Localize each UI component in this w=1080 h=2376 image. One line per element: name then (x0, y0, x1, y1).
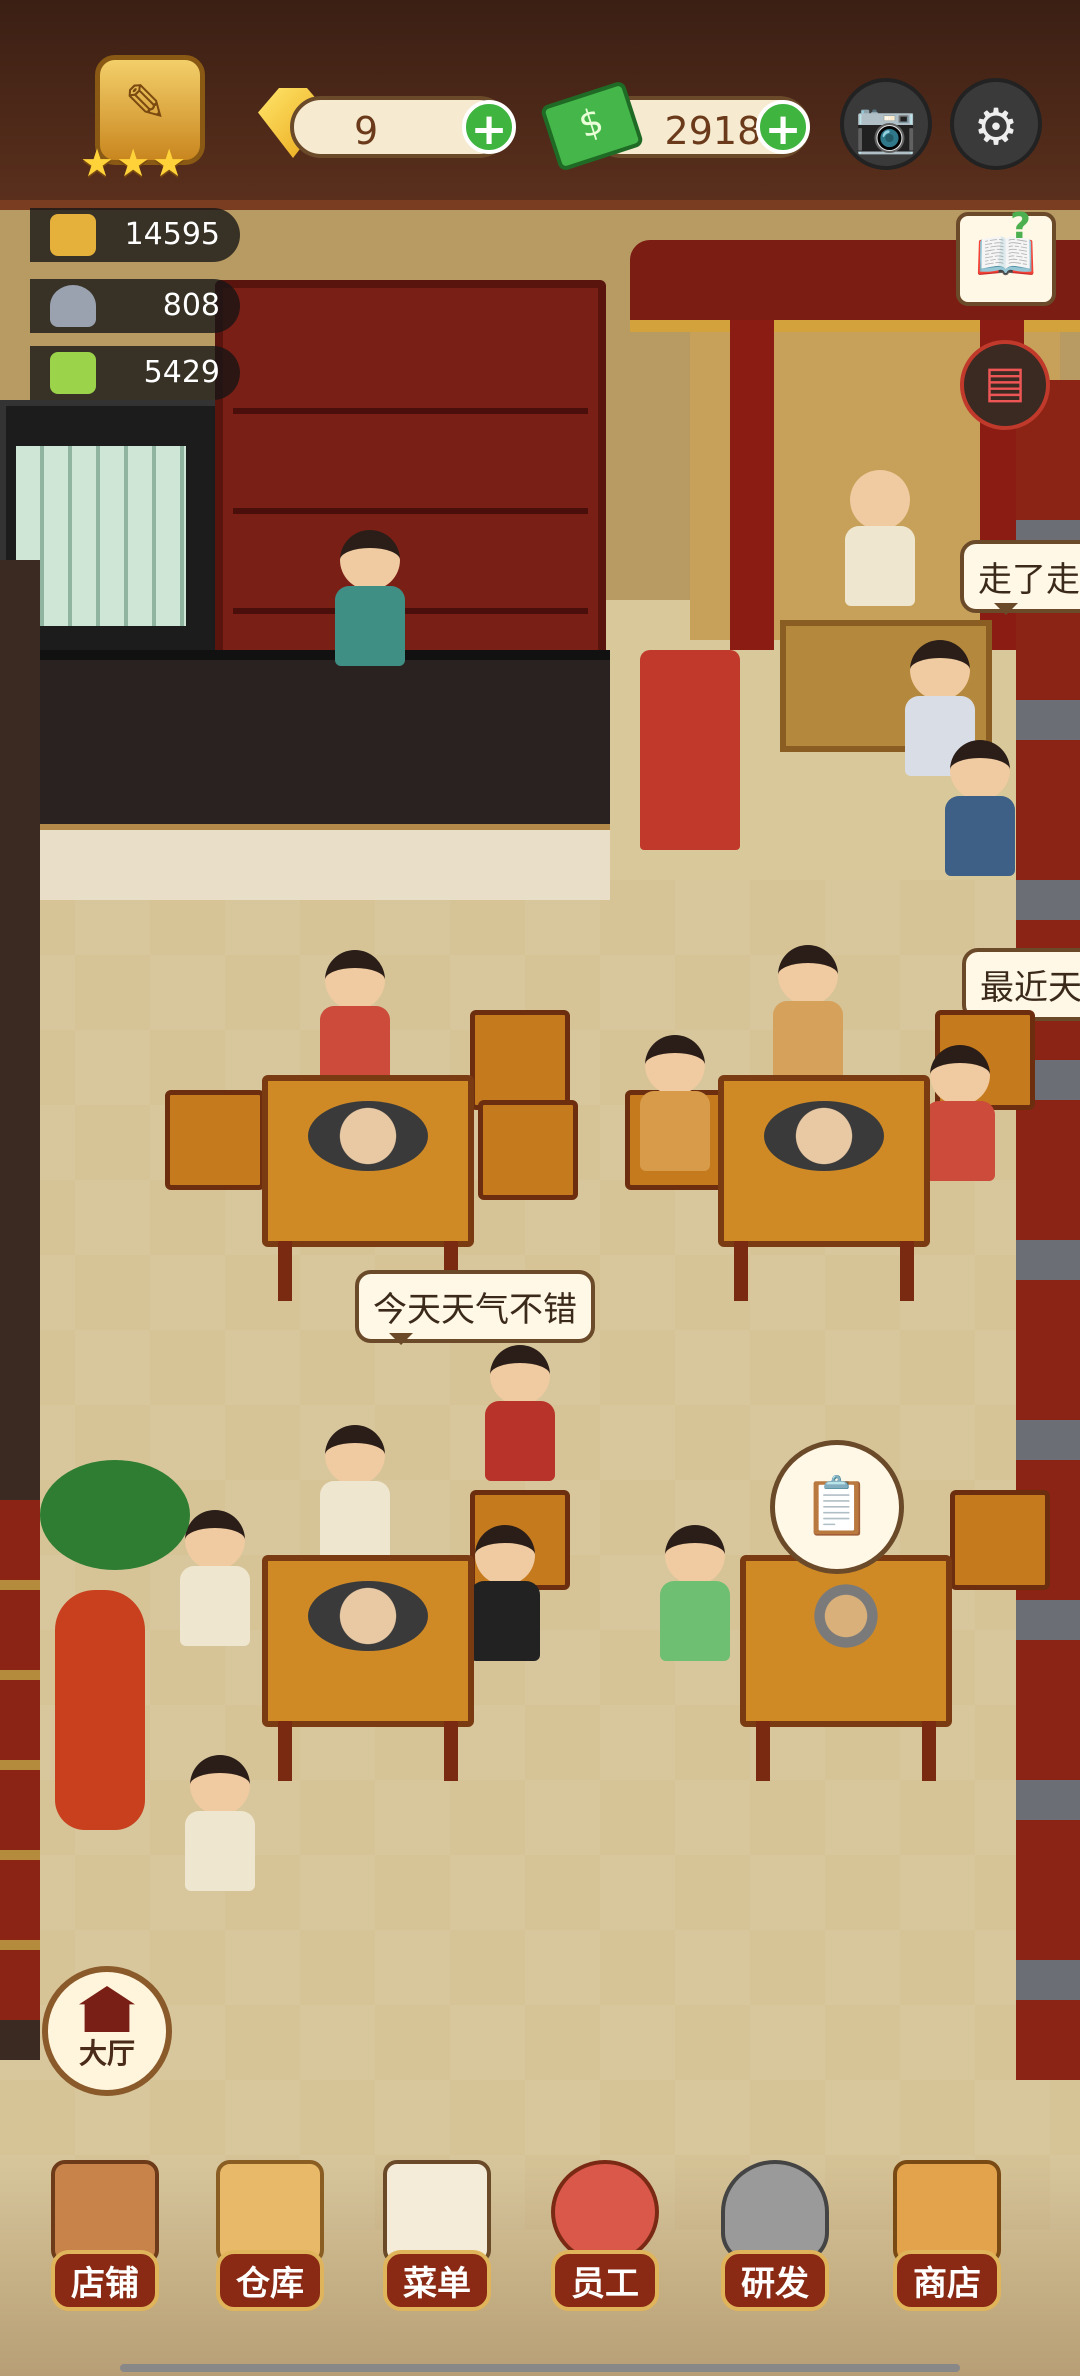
dining-table-1[interactable] (262, 1075, 474, 1301)
stat-value: 14595 (124, 217, 220, 252)
tab-menu[interactable]: 菜单 (372, 2160, 502, 2320)
lucky-cat-statue[interactable] (640, 650, 740, 850)
camera-button[interactable]: 📷 (840, 78, 932, 170)
recipe-book-button[interactable]: ▤ (960, 340, 1050, 430)
gear-icon: ⚙ (973, 98, 1019, 156)
hotpot (308, 1581, 428, 1651)
customer[interactable] (925, 1045, 995, 1181)
shop-front-icon (51, 2160, 159, 2264)
add-cash-button[interactable]: + (756, 100, 810, 155)
cashier[interactable] (335, 530, 405, 666)
wok-research-icon (721, 2160, 829, 2264)
gem-value: 9 (354, 109, 379, 153)
stat-value: 808 (162, 288, 220, 323)
menu-book-icon (50, 352, 96, 394)
tab-label: 仓库 (216, 2250, 324, 2311)
customer[interactable] (640, 1035, 710, 1171)
speech-bubble-waiter: 今天天气不错 (355, 1270, 595, 1345)
camera-icon: 📷 (854, 98, 918, 156)
stat-hotpot: 14595 (30, 208, 240, 262)
chair (950, 1490, 1050, 1590)
queue-customer[interactable] (945, 740, 1015, 876)
add-gems-button[interactable]: + (462, 100, 516, 155)
tab-shop-front[interactable]: 店铺 (40, 2160, 170, 2320)
front-counter[interactable] (30, 650, 610, 900)
left-pillar (0, 1500, 40, 2020)
restaurant-rank-badge[interactable]: ★★★ (50, 55, 240, 185)
tab-research[interactable]: 研发 (710, 2160, 840, 2320)
game-scene: 走了走 最近天 今天天气不错 📋 ✎ ★★★ 9 + 29181 $ + 📷 ⚙… (0, 0, 1080, 2376)
customer[interactable] (773, 945, 843, 1081)
store-icon (893, 2160, 1001, 2264)
dining-table-3[interactable] (262, 1555, 474, 1781)
waiter[interactable] (485, 1345, 555, 1481)
chair (478, 1100, 578, 1200)
customer[interactable] (320, 1425, 390, 1561)
stat-menu: 5429 (30, 346, 240, 400)
speech-bubble-right-top: 走了走 (960, 540, 1080, 615)
tab-staff[interactable]: 员工 (540, 2160, 670, 2320)
stat-value: 5429 (143, 355, 220, 390)
stat-dishes: 808 (30, 279, 240, 333)
bubble-text: 今天天气不错 (373, 1290, 577, 1330)
right-wall-pillars (1016, 380, 1080, 2080)
warehouse-boxes-icon (216, 2160, 324, 2264)
clipboard-menu-icon (383, 2160, 491, 2264)
red-vase-decoration (55, 1590, 145, 1830)
bonsai-decoration (40, 1460, 190, 1570)
waitress[interactable] (185, 1755, 255, 1891)
tab-label: 店铺 (51, 2250, 159, 2311)
tab-label: 菜单 (383, 2250, 491, 2311)
hotpot (308, 1101, 428, 1171)
settings-button[interactable]: ⚙ (950, 78, 1042, 170)
red-book-icon: ▤ (984, 357, 1026, 408)
hall-button[interactable]: 大厅 (42, 1966, 172, 2096)
bubble-text: 最近天 (980, 968, 1080, 1008)
tab-label: 商店 (893, 2250, 1001, 2311)
customer[interactable] (660, 1525, 730, 1661)
tab-store[interactable]: 商店 (882, 2160, 1012, 2320)
customer[interactable] (470, 1525, 540, 1661)
hall-house-icon (79, 1986, 135, 2032)
rank-stars: ★★★ (80, 141, 189, 185)
tab-warehouse[interactable]: 仓库 (205, 2160, 335, 2320)
clipboard-order-icon[interactable]: 📋 (770, 1440, 904, 1574)
dining-table-2[interactable] (718, 1075, 930, 1301)
customer[interactable] (180, 1510, 250, 1646)
home-indicator[interactable] (120, 2364, 960, 2372)
cloche-icon (50, 285, 96, 327)
tab-label: 研发 (721, 2250, 829, 2311)
liquor-shelf (215, 280, 606, 676)
staff-icon (551, 2160, 659, 2264)
hall-label: 大厅 (78, 2037, 135, 2070)
guide-button[interactable]: 📖 (956, 212, 1056, 306)
hotpot-icon (50, 214, 96, 256)
chair (165, 1090, 265, 1190)
empty-hotpot (786, 1581, 906, 1651)
chair (470, 1010, 570, 1110)
bubble-text: 走了走 (978, 560, 1080, 600)
hotpot (764, 1101, 884, 1171)
manager-npc[interactable] (845, 470, 915, 606)
question-mark-icon: ? (1010, 206, 1031, 247)
tab-label: 员工 (551, 2250, 659, 2311)
dining-table-4[interactable] (740, 1555, 952, 1781)
customer[interactable] (320, 950, 390, 1086)
